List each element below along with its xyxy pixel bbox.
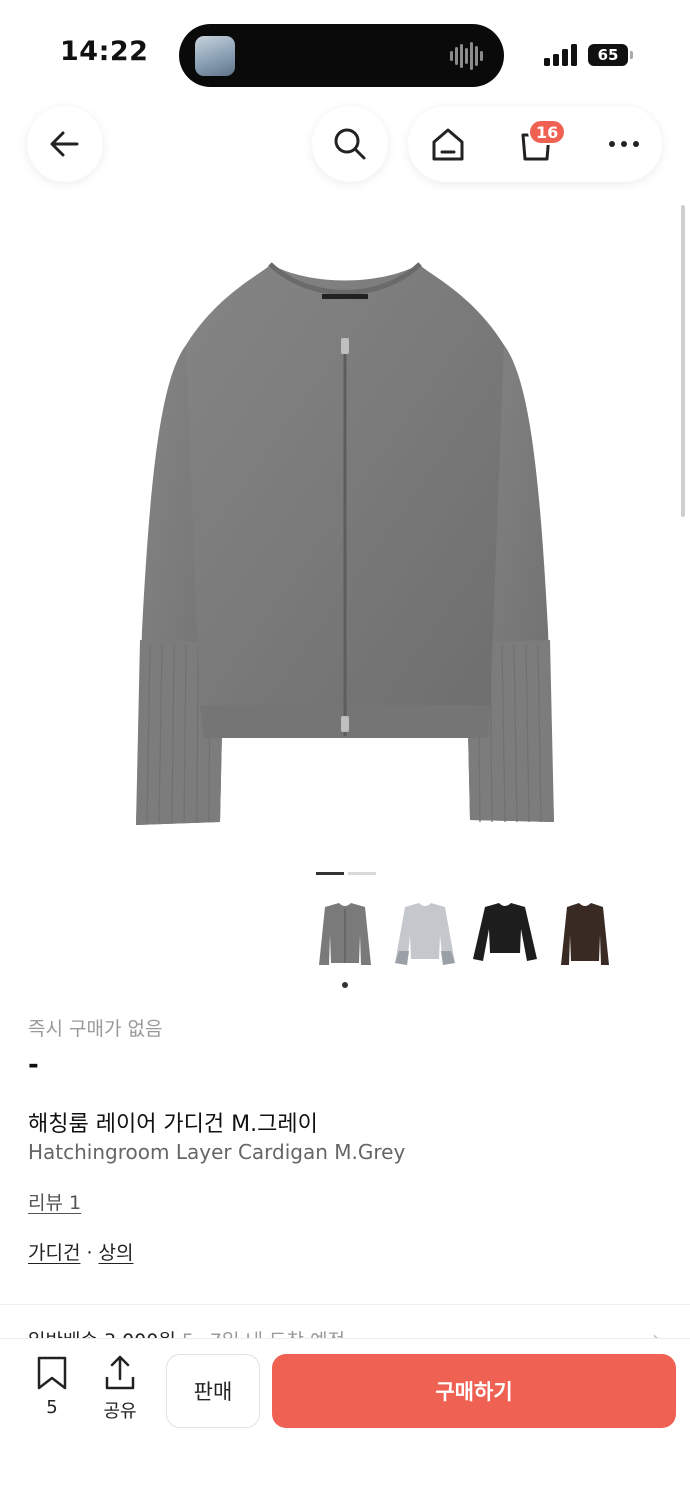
section-divider bbox=[0, 1304, 690, 1305]
variant-thumb-grey[interactable] bbox=[305, 895, 385, 975]
variant-thumb-brown[interactable] bbox=[545, 895, 625, 975]
product-image[interactable] bbox=[120, 250, 570, 840]
product-title-ko: 해칭룸 레이어 가디건 M.그레이 bbox=[28, 1112, 318, 1137]
color-variant-list bbox=[305, 895, 625, 975]
bottom-action-bar: 5 공유 판매 구매하기 bbox=[0, 1338, 690, 1500]
selected-variant-dot bbox=[342, 982, 348, 988]
category-breadcrumb: 가디건 · 상의 bbox=[28, 1238, 133, 1265]
share-label: 공유 bbox=[103, 1401, 137, 1422]
status-indicators: 65 bbox=[544, 40, 633, 70]
variant-thumb-black[interactable] bbox=[465, 895, 545, 975]
bookmark-icon bbox=[37, 1356, 67, 1390]
back-button[interactable] bbox=[27, 106, 103, 182]
pager-dot-active bbox=[316, 872, 344, 875]
bookmark-button[interactable]: 5 bbox=[30, 1355, 74, 1418]
product-title-en: Hatchingroom Layer Cardigan M.Grey bbox=[28, 1140, 406, 1164]
pager-dot bbox=[348, 872, 376, 875]
sell-button[interactable]: 판매 bbox=[166, 1354, 260, 1428]
search-button[interactable] bbox=[312, 106, 388, 182]
audio-wave-icon bbox=[450, 42, 483, 70]
share-icon bbox=[105, 1355, 135, 1390]
battery-level: 65 bbox=[597, 46, 619, 64]
battery-icon: 65 bbox=[588, 44, 633, 66]
image-pager bbox=[316, 872, 376, 875]
category-link-cardigan[interactable]: 가디건 bbox=[28, 1242, 80, 1264]
status-bar: 14:22 65 bbox=[0, 0, 690, 100]
cart-count-badge: 16 bbox=[528, 119, 567, 145]
more-dots-icon bbox=[609, 141, 639, 147]
home-icon bbox=[432, 128, 464, 161]
search-icon bbox=[334, 128, 366, 160]
now-playing-artwork bbox=[195, 36, 235, 76]
price-value: - bbox=[28, 1050, 39, 1080]
review-link[interactable]: 리뷰 1 bbox=[28, 1188, 81, 1215]
status-time: 14:22 bbox=[60, 36, 149, 67]
signal-icon bbox=[544, 44, 577, 66]
scroll-indicator[interactable] bbox=[681, 205, 685, 517]
buy-button[interactable]: 구매하기 bbox=[272, 1354, 676, 1428]
category-link-tops[interactable]: 상의 bbox=[99, 1242, 134, 1264]
arrow-left-icon bbox=[50, 131, 79, 157]
bookmark-count: 5 bbox=[46, 1397, 58, 1418]
instant-purchase-label: 즉시 구매가 없음 bbox=[28, 1018, 163, 1040]
home-button[interactable] bbox=[410, 106, 486, 182]
category-separator: · bbox=[86, 1242, 93, 1264]
more-button[interactable] bbox=[586, 106, 662, 182]
share-button[interactable]: 공유 bbox=[98, 1355, 142, 1423]
variant-thumb-light-grey[interactable] bbox=[385, 895, 465, 975]
dynamic-island bbox=[179, 24, 504, 87]
